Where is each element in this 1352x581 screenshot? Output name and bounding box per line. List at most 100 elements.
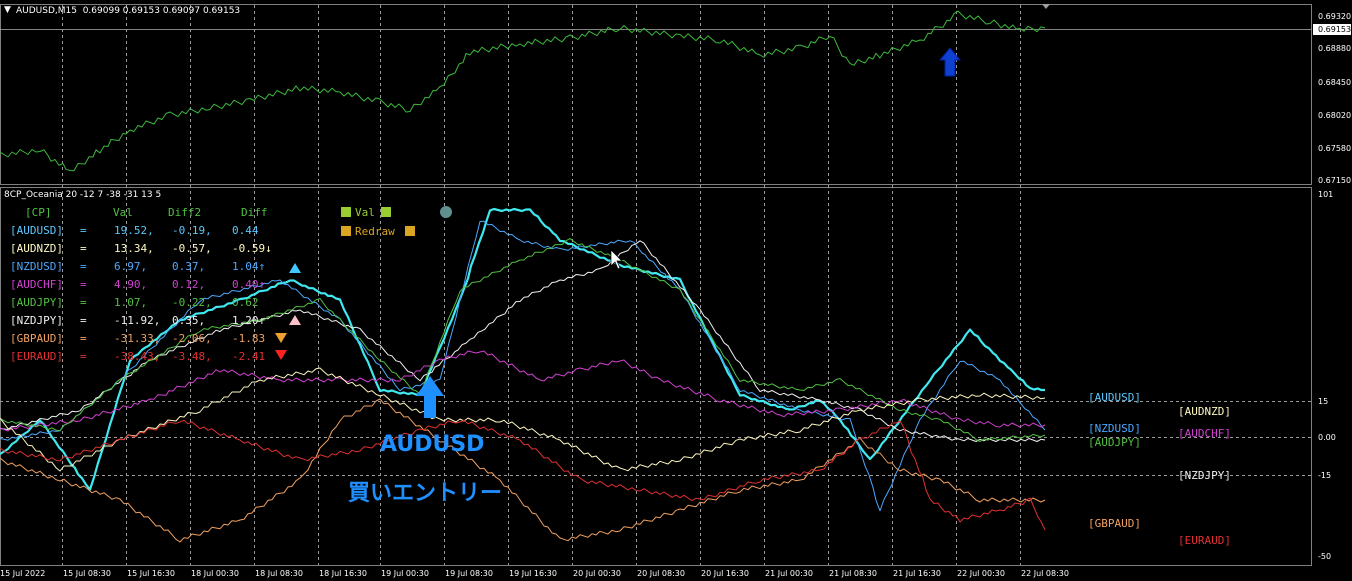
price-tick-5: 0.67580 — [1318, 144, 1352, 153]
time-label: 20 Jul 08:30 — [637, 569, 685, 578]
table-cell-eq: = — [80, 278, 87, 291]
table-header-diff2: Diff2 — [168, 206, 202, 219]
time-label: 15 Jul 08:30 — [63, 569, 111, 578]
table-cell-pair: [EURAUD] — [10, 350, 63, 363]
price-current-label: 0.69153 — [1318, 25, 1352, 34]
time-label: 20 Jul 16:30 — [701, 569, 749, 578]
table-cell-diff: 0.44 — [232, 224, 259, 237]
table-cell-val: -11.92, — [114, 314, 161, 327]
entry-arrow-up-icon — [416, 376, 444, 418]
val-square-icon — [341, 207, 351, 217]
table-cell-val: 4.90, — [114, 278, 148, 291]
trading-terminal-window: ▼ AUDUSD,M15 0.69099 0.69153 0.69097 0.6… — [0, 0, 1352, 581]
right-label: [AUDJPY] — [1088, 436, 1141, 449]
indicator-title: 8CP_Oceania 20 -12 7 -38 -31 13 5 — [4, 190, 162, 200]
right-label: [AUDUSD] — [1088, 391, 1141, 404]
line-AUDNZD — [0, 367, 1046, 472]
annotation-line-1: AUDUSD — [380, 432, 485, 457]
table-cell-val: 19.52, — [114, 224, 154, 237]
time-label: 20 Jul 00:30 — [573, 569, 621, 578]
table-cell-val: -31.33, — [114, 332, 161, 345]
line-NZDUSD — [0, 220, 1046, 512]
right-label: [NZDUSD] — [1088, 422, 1141, 435]
table-cell-diff2: -3.48, — [172, 350, 212, 363]
table-cell-pair: [AUDJPY] — [10, 296, 63, 309]
table-cell-pair: [GBPAUD] — [10, 332, 63, 345]
table-cell-diff: -1.83 — [232, 332, 266, 345]
time-label: 15 Jul 2022 — [0, 569, 46, 578]
table-cell-val: 1.07, — [114, 296, 148, 309]
table-cell-eq: = — [80, 314, 87, 327]
table-cell-diff: 0.62 — [232, 296, 259, 309]
price-tick-3: 0.68450 — [1318, 78, 1352, 87]
time-label: 22 Jul 00:30 — [957, 569, 1005, 578]
table-cell-val: 6.97, — [114, 260, 148, 273]
table-cell-diff2: -0.57, — [172, 242, 212, 255]
time-label: 19 Jul 08:30 — [445, 569, 493, 578]
triangle-up-cyan-icon — [289, 263, 301, 273]
table-cell-diff2: 0.37, — [172, 260, 206, 273]
time-label: 15 Jul 16:30 — [127, 569, 175, 578]
scroll-marker-icon — [1042, 4, 1050, 9]
time-label: 21 Jul 08:30 — [829, 569, 877, 578]
table-cell-diff: -0.59↓ — [232, 242, 272, 255]
table-cell-diff2: -2.06, — [172, 332, 212, 345]
ind-tick-0: 0.00 — [1318, 433, 1336, 442]
chart-menu-icon[interactable]: ▼ — [4, 5, 11, 15]
line-GBPAUD — [0, 398, 1046, 543]
ind-tick-minus50: -50 — [1318, 552, 1332, 561]
price-tick-1: 0.69320 — [1318, 12, 1352, 21]
right-label: [AUDNZD] — [1178, 405, 1231, 418]
status-dot-icon — [440, 206, 452, 218]
triangle-down-orange-icon — [275, 333, 287, 343]
table-cell-eq: = — [80, 350, 87, 363]
price-tick-6: 0.67150 — [1318, 176, 1352, 185]
table-cell-pair: [AUDNZD] — [10, 242, 63, 255]
price-tick-2: 0.68880 — [1318, 44, 1352, 53]
table-cell-diff: 1.04↑ — [232, 260, 266, 273]
price-tick-4: 0.68020 — [1318, 111, 1352, 120]
time-label: 18 Jul 16:30 — [319, 569, 367, 578]
redraw-square-icon-2 — [405, 226, 415, 236]
table-cell-diff2: -0.22, — [172, 296, 212, 309]
line-AUDCHF — [0, 350, 1046, 432]
table-header-diff: Diff — [241, 206, 268, 219]
table-cell-diff2: -0.19, — [172, 224, 212, 237]
redraw-button[interactable]: Redraw — [355, 225, 395, 238]
table-cell-eq: = — [80, 332, 87, 345]
ind-tick-101: 101 — [1318, 190, 1334, 199]
triangle-up-pink-icon — [289, 315, 301, 325]
table-cell-val: -38.43, — [114, 350, 161, 363]
table-cell-eq: = — [80, 296, 87, 309]
table-cell-eq: = — [80, 260, 87, 273]
table-cell-diff: 1.20↑ — [232, 314, 266, 327]
table-cell-diff: -2.41 — [232, 350, 266, 363]
ind-tick-15: 15 — [1318, 397, 1329, 406]
table-cell-pair: [NZDUSD] — [10, 260, 63, 273]
val-square-icon-2 — [381, 207, 391, 217]
table-cell-pair: [AUDUSD] — [10, 224, 63, 237]
table-cell-eq: = — [80, 242, 87, 255]
table-cell-diff: 0.40↑ — [232, 278, 266, 291]
time-label: 19 Jul 00:30 — [381, 569, 429, 578]
right-label: [EURAUD] — [1178, 534, 1231, 547]
annotation-line-2: 買いエントリー — [348, 481, 503, 506]
right-label: [GBPAUD] — [1088, 517, 1141, 530]
ind-tick-minus15: -15 — [1318, 471, 1332, 480]
table-cell-diff2: 0.12, — [172, 278, 206, 291]
right-label: [NZDJPY] — [1178, 469, 1231, 482]
table-header-val: Val — [113, 206, 133, 219]
time-label: 22 Jul 08:30 — [1021, 569, 1069, 578]
triangle-down-red-icon — [275, 350, 287, 360]
table-cell-diff2: 0.35, — [172, 314, 206, 327]
vertical-grid — [62, 5, 1021, 565]
time-label: 21 Jul 00:30 — [765, 569, 813, 578]
time-label: 21 Jul 16:30 — [893, 569, 941, 578]
symbol-info: AUDUSD,M15 0.69099 0.69153 0.69097 0.691… — [16, 6, 241, 16]
table-header-cp: [CP] — [25, 206, 52, 219]
val-button[interactable]: Val — [355, 206, 375, 219]
table-cell-pair: [AUDCHF] — [10, 278, 63, 291]
table-cell-eq: = — [80, 224, 87, 237]
time-label: 18 Jul 08:30 — [255, 569, 303, 578]
table-cell-pair: [NZDJPY] — [10, 314, 63, 327]
